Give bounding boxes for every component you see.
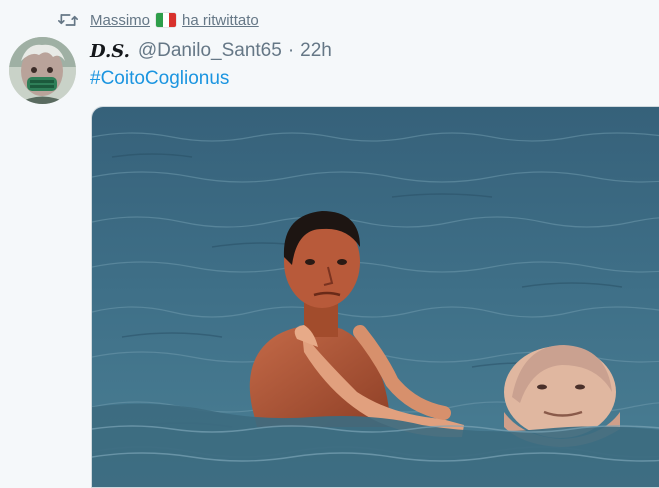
avatar[interactable] — [9, 37, 76, 104]
separator-dot: · — [287, 40, 295, 61]
tweet-timestamp[interactable]: 22h — [300, 40, 332, 62]
photo-two-men-swimming-in-sea — [92, 107, 659, 487]
retweet-action-text: ha ritwittato — [182, 11, 259, 29]
retweeter-link[interactable]: Massimo ha ritwittato — [90, 12, 259, 29]
tweet-photo[interactable] — [91, 106, 659, 488]
retweeter-name: Massimo — [90, 11, 151, 29]
hashtag-link[interactable]: #CoitoCoglionus — [90, 68, 229, 90]
retweet-icon — [58, 14, 78, 26]
retweet-context: Massimo ha ritwittato — [58, 9, 259, 31]
italian-flag-icon — [156, 13, 177, 27]
tweet-header: D.S. @Danilo_Sant65 · 22h — [90, 38, 332, 64]
user-handle[interactable]: @Danilo_Sant65 — [138, 40, 282, 62]
display-name[interactable]: D.S. — [90, 41, 130, 62]
